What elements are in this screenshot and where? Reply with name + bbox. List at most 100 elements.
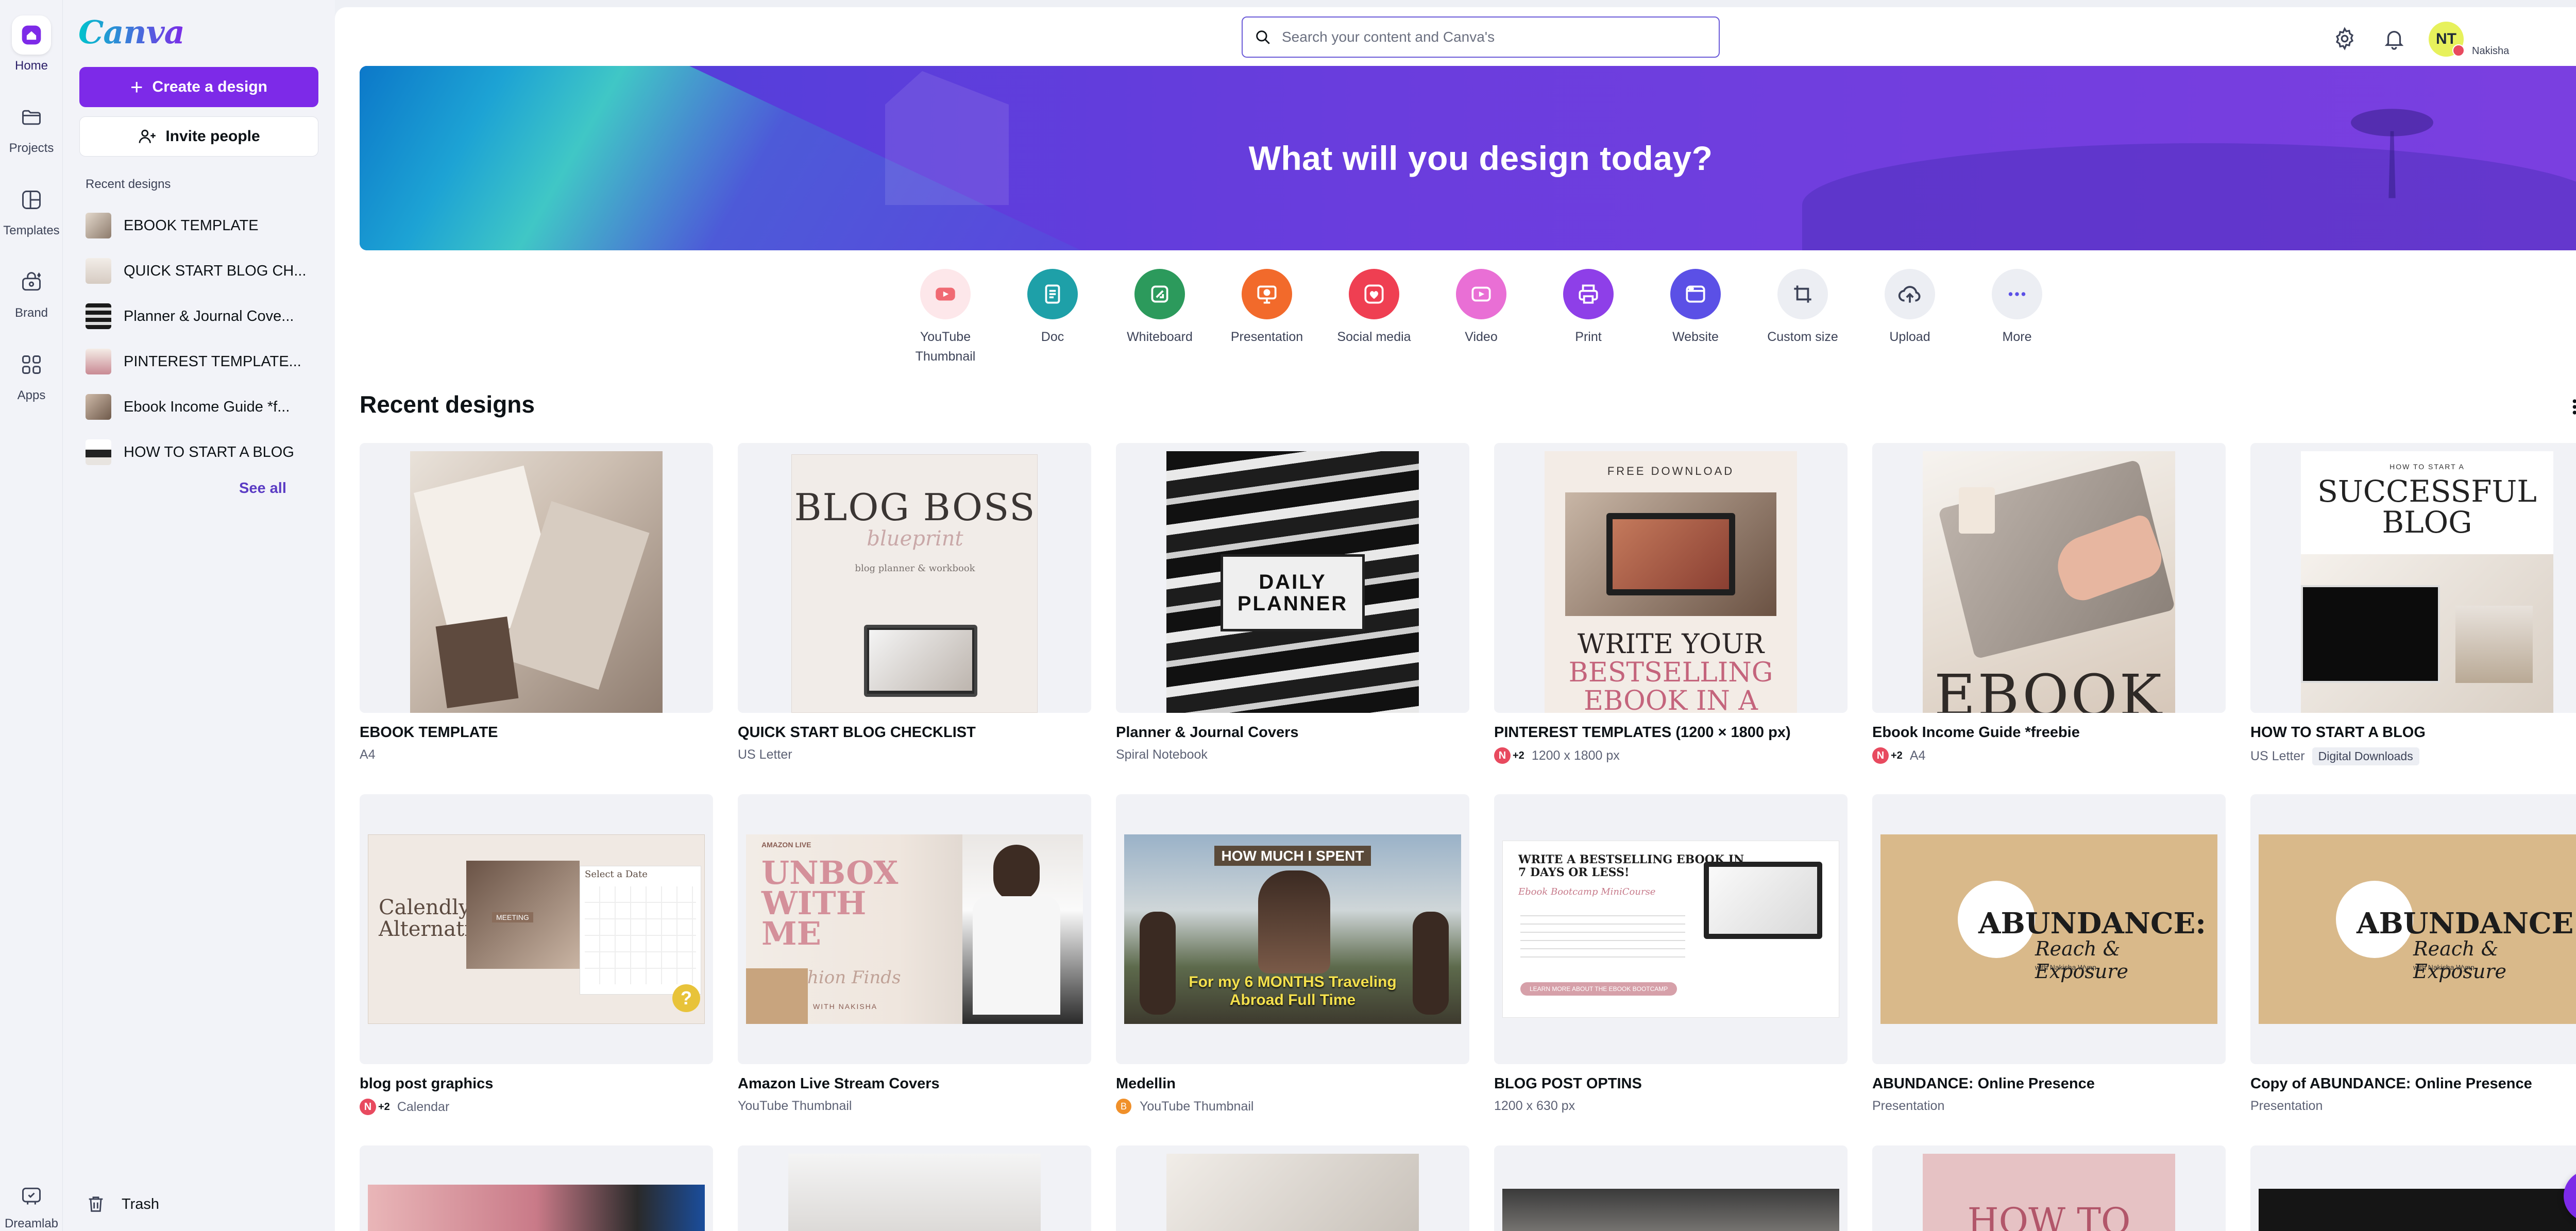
collaborator-count: +2 (378, 1101, 390, 1113)
design-thumbnail: HOW MUCH I SPENT For my 6 MONTHS Traveli… (1116, 794, 1469, 1064)
canva-logo[interactable]: Canva (78, 13, 185, 51)
search-input[interactable] (1282, 29, 1694, 45)
shortcut-whiteboard[interactable]: Whiteboard (1113, 269, 1206, 347)
card-format: US Letter (738, 747, 792, 762)
sidebar-recent-item[interactable]: Ebook Income Guide *f... (86, 390, 323, 423)
collaborators-avatars: N +2 (360, 1099, 390, 1115)
card-meta: A4 (360, 747, 713, 762)
row3-thumbnail-art (1166, 1154, 1419, 1231)
design-card[interactable]: ABUNDANCE: Reach & Exposure with Nakisha… (2250, 794, 2576, 1114)
art-blog-boss: BLOG BOSS (794, 486, 1036, 529)
shortcut-more[interactable]: More (1971, 269, 2063, 347)
design-card[interactable]: HOW MUCH I SPENT For my 6 MONTHS Traveli… (1116, 794, 1469, 1114)
rail-item-apps[interactable]: Apps (0, 345, 63, 417)
design-card[interactable] (1494, 1145, 1848, 1231)
art-ebook: EBOOK (1934, 662, 2164, 713)
create-design-button[interactable]: + Create a design (79, 67, 318, 107)
rail-item-home[interactable]: Home (0, 15, 63, 88)
collaborator-avatar: N (360, 1099, 376, 1115)
card-format: Spiral Notebook (1116, 747, 1208, 762)
see-all-link[interactable]: See all (239, 480, 286, 497)
sidebar-recent-item[interactable]: EBOOK TEMPLATE (86, 209, 323, 242)
shortcut-custom-size[interactable]: Custom size (1756, 269, 1849, 347)
art-optin-cta: LEARN MORE ABOUT THE EBOOK BOOTCAMP (1520, 982, 1677, 996)
brand-icon (12, 263, 51, 302)
shortcut-youtube-thumbnail[interactable]: YouTube Thumbnail (899, 269, 992, 366)
trash-button[interactable]: Trash (86, 1194, 159, 1215)
design-thumbnail (360, 443, 713, 713)
design-thumbnail: ABUNDANCE: Reach & Exposure with Nakisha… (2250, 794, 2576, 1064)
row3-thumbnail-art (2259, 1189, 2576, 1231)
card-format: 1200 x 630 px (1494, 1099, 1575, 1113)
shortcut-label: YouTube Thumbnail (915, 330, 976, 364)
notifications-bell-icon[interactable] (2382, 27, 2406, 50)
design-thumbnail: Calendly Alternatives MEETING Select a D… (360, 794, 713, 1064)
list-view-icon[interactable] (2571, 396, 2576, 418)
design-card[interactable]: EBOOK Ebook Income Guide *freebie N +2 A4 (1872, 443, 2226, 764)
design-card[interactable] (2250, 1145, 2576, 1231)
settings-gear-icon[interactable] (2333, 27, 2357, 50)
shortcut-doc[interactable]: Doc (1006, 269, 1099, 347)
art-how-much: HOW MUCH I SPENT (1214, 846, 1371, 866)
rail-label-templates: Templates (3, 224, 60, 237)
art-ebook-in-a: EBOOK IN A (1584, 686, 1758, 713)
design-thumbnail: HOW TO START A SUCCESSFUL BLOG (2250, 443, 2576, 713)
search-bar[interactable] (1242, 16, 1720, 58)
sidebar-recent-item[interactable]: QUICK START BLOG CH... (86, 254, 323, 287)
planner-artwork: DAILY PLANNER (1166, 451, 1419, 713)
user-name[interactable]: Nakisha (2472, 45, 2509, 57)
rail-item-brand[interactable]: Brand (0, 263, 63, 335)
design-card[interactable]: HOW TO START A SUCCESSFUL BLOG HOW TO ST… (2250, 443, 2576, 765)
card-title: HOW TO START A BLOG (2250, 724, 2426, 741)
design-card[interactable] (1116, 1145, 1469, 1231)
shortcut-website[interactable]: Website (1649, 269, 1742, 347)
rail-label-projects: Projects (9, 141, 54, 155)
design-thumbnail (1116, 1145, 1469, 1231)
card-format: YouTube Thumbnail (738, 1099, 852, 1113)
folder-tag[interactable]: Digital Downloads (2312, 747, 2419, 765)
shortcut-video[interactable]: Video (1435, 269, 1528, 347)
card-title: EBOOK TEMPLATE (360, 724, 498, 741)
design-card[interactable]: ABUNDANCE: Reach & Exposure with Nakisha… (1872, 794, 2226, 1114)
row3-thumbnail-art (1502, 1189, 1839, 1231)
design-card[interactable]: Calendly Alternatives MEETING Select a D… (360, 794, 713, 1115)
invite-people-button[interactable]: Invite people (79, 116, 318, 157)
design-card[interactable]: EBOOK TEMPLATE A4 (360, 443, 713, 762)
card-format: Presentation (2250, 1099, 2323, 1113)
sidebar-recent-label: QUICK START BLOG CH... (124, 262, 307, 279)
design-card[interactable]: BLOG BOSS blueprint blog planner & workb… (738, 443, 1091, 762)
design-card[interactable] (360, 1145, 713, 1231)
design-thumbnail (86, 394, 111, 420)
sidebar-recent-label: Planner & Journal Cove... (124, 307, 294, 324)
shortcut-social-media[interactable]: Social media (1328, 269, 1420, 347)
card-title: PINTEREST TEMPLATES (1200 × 1800 px) (1494, 724, 1791, 741)
start-a-blog-artwork: HOW TO START A SUCCESSFUL BLOG (2301, 451, 2553, 713)
shortcut-upload[interactable]: Upload (1863, 269, 1956, 347)
design-card[interactable]: DAILY PLANNER Planner & Journal Covers S… (1116, 443, 1469, 762)
amazon-live-artwork: AMAZON LIVE UNBOX WITH ME Fashion Finds … (746, 834, 1083, 1024)
collaborators-avatars: N +2 (1494, 747, 1524, 764)
rail-item-projects[interactable]: Projects (0, 98, 63, 170)
rail-item-templates[interactable]: Templates (0, 180, 63, 252)
art-blog: BLOG (2382, 505, 2472, 540)
design-card[interactable]: WRITE A BESTSELLING EBOOK IN 7 DAYS OR L… (1494, 794, 1848, 1114)
card-title: ABUNDANCE: Online Presence (1872, 1075, 2095, 1092)
design-card[interactable]: FREE DOWNLOAD WRITE YOUR BESTSELLING EBO… (1494, 443, 1848, 764)
design-card[interactable]: HOW TO (1872, 1145, 2226, 1231)
shortcut-label: Website (1672, 330, 1719, 344)
shortcut-print[interactable]: Print (1542, 269, 1635, 347)
rail-item-dreamlab[interactable]: Dreamlab (0, 1179, 63, 1231)
design-card[interactable]: AMAZON LIVE UNBOX WITH ME Fashion Finds … (738, 794, 1091, 1114)
shortcut-presentation[interactable]: Presentation (1221, 269, 1313, 347)
design-thumbnail: HOW TO (1872, 1145, 2226, 1231)
sidebar-recent-item[interactable]: PINTEREST TEMPLATE... (86, 345, 323, 378)
sidebar-recent-item[interactable]: Planner & Journal Cove... (86, 300, 323, 333)
design-card[interactable] (738, 1145, 1091, 1231)
design-thumbnail: BLOG BOSS blueprint blog planner & workb… (738, 443, 1091, 713)
sidebar-recent-item[interactable]: HOW TO START A BLOG (86, 436, 323, 469)
art-daily-planner: DAILY PLANNER (1237, 571, 1348, 615)
apps-icon (12, 345, 51, 384)
blog-boss-artwork: BLOG BOSS blueprint blog planner & workb… (791, 454, 1038, 713)
row3-thumbnail-art: HOW TO (1923, 1154, 2175, 1231)
youtube-icon (920, 269, 971, 319)
